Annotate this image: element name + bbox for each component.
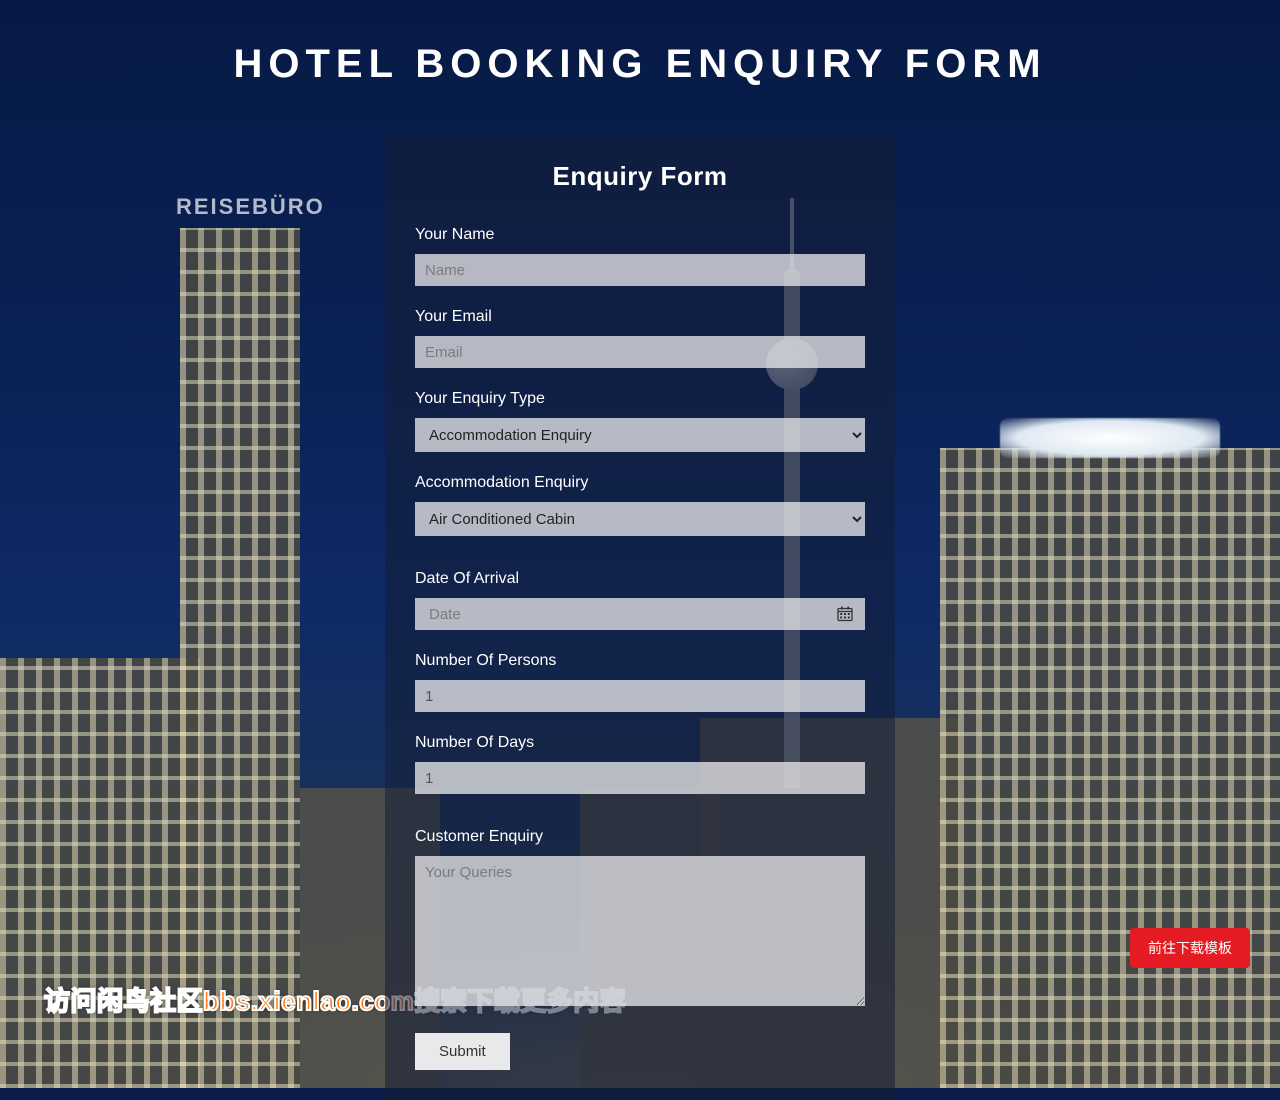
label-persons: Number Of Persons: [415, 652, 865, 670]
field-enquiry-type: Your Enquiry Type Accommodation Enquiry: [415, 390, 865, 452]
label-email: Your Email: [415, 308, 865, 326]
field-persons: Number Of Persons: [415, 652, 865, 712]
label-days: Number Of Days: [415, 734, 865, 752]
field-name: Your Name: [415, 226, 865, 286]
field-email: Your Email: [415, 308, 865, 368]
field-days: Number Of Days: [415, 734, 865, 794]
label-customer-enquiry: Customer Enquiry: [415, 828, 865, 846]
persons-input[interactable]: [415, 680, 865, 712]
days-input[interactable]: [415, 762, 865, 794]
name-input[interactable]: [415, 254, 865, 286]
label-accommodation: Accommodation Enquiry: [415, 474, 865, 492]
label-name: Your Name: [415, 226, 865, 244]
page-title: HOTEL BOOKING ENQUIRY FORM: [0, 0, 1280, 107]
enquiry-form-card: Enquiry Form Your Name Your Email Your E…: [385, 135, 895, 1100]
card-heading: Enquiry Form: [415, 161, 865, 192]
label-arrival: Date Of Arrival: [415, 570, 865, 588]
customer-enquiry-textarea[interactable]: [415, 856, 865, 1006]
submit-button[interactable]: Submit: [415, 1033, 510, 1070]
label-enquiry-type: Your Enquiry Type: [415, 390, 865, 408]
field-accommodation: Accommodation Enquiry Air Conditioned Ca…: [415, 474, 865, 536]
arrival-date-input[interactable]: [415, 598, 865, 630]
field-arrival: Date Of Arrival: [415, 570, 865, 630]
accommodation-select[interactable]: Air Conditioned Cabin: [415, 502, 865, 536]
email-input[interactable]: [415, 336, 865, 368]
enquiry-type-select[interactable]: Accommodation Enquiry: [415, 418, 865, 452]
field-customer-enquiry: Customer Enquiry: [415, 828, 865, 1011]
